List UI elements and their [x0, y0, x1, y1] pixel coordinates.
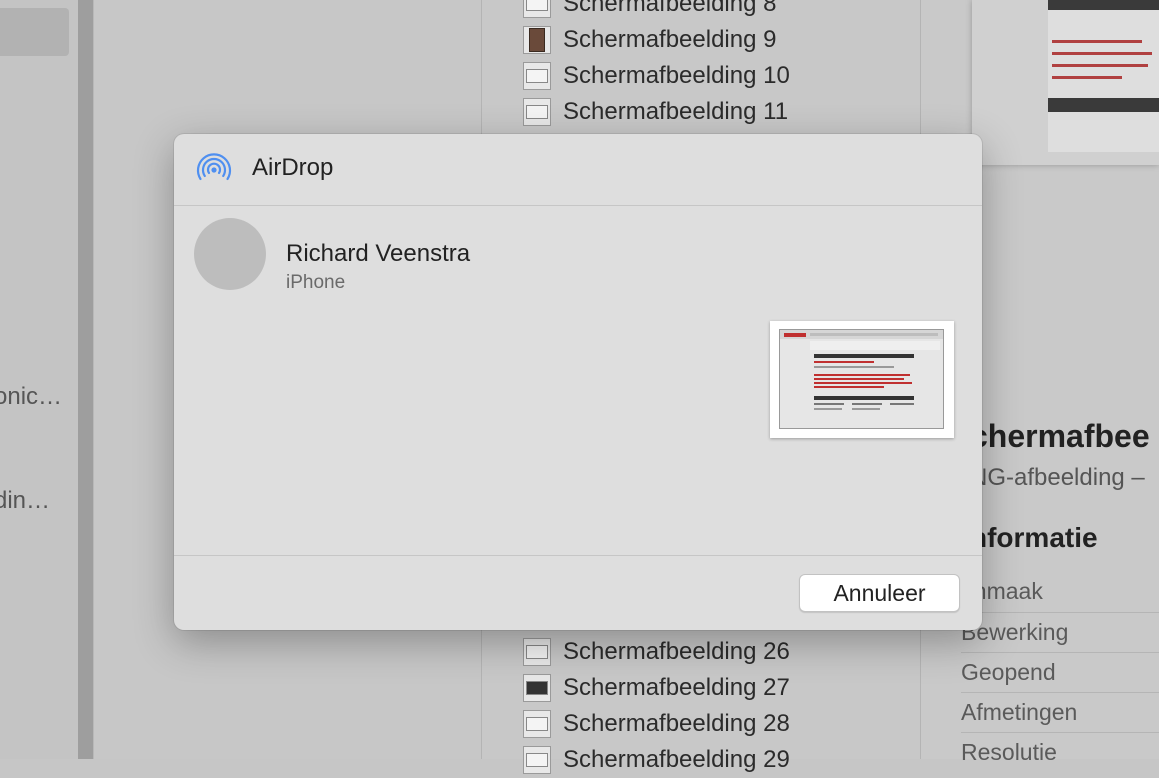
info-row-label: Resolutie: [961, 732, 1159, 773]
airdrop-dialog: AirDrop Richard Veenstra iPhone Annuleer: [174, 134, 982, 630]
preview-file-title: chermafbee: [970, 418, 1150, 454]
file-name: Schermafbeelding 26: [563, 638, 790, 665]
file-preview-image: [972, 0, 1159, 165]
finder-sidebar: onic… din…: [0, 0, 78, 759]
recipient-name[interactable]: Richard Veenstra: [286, 240, 470, 268]
file-name: Schermafbeelding 10: [563, 62, 790, 89]
file-name: Schermafbeelding 28: [563, 710, 790, 737]
preview-file-kind: NG-afbeelding –: [970, 464, 1145, 491]
file-name: Schermafbeelding 11: [563, 98, 789, 125]
file-list-item[interactable]: Schermafbeelding 8: [523, 0, 776, 22]
sidebar-item-label[interactable]: onic…: [0, 383, 62, 411]
file-thumbnail-icon: [523, 0, 551, 18]
file-thumbnail-icon: [523, 98, 551, 126]
recipient-device: iPhone: [286, 272, 346, 293]
info-row-label: Afmetingen: [961, 692, 1159, 733]
file-thumbnail-icon: [523, 26, 551, 54]
cancel-button[interactable]: Annuleer: [799, 574, 960, 612]
file-list-item[interactable]: Schermafbeelding 26: [523, 634, 790, 670]
airdrop-icon: [196, 153, 232, 181]
dialog-footer: Annuleer: [174, 555, 982, 630]
dialog-header: AirDrop: [174, 134, 982, 206]
file-thumbnail-icon: [523, 638, 551, 666]
sidebar-item-label[interactable]: din…: [0, 487, 50, 515]
file-list-item[interactable]: Schermafbeelding 9: [523, 22, 776, 58]
file-list-item[interactable]: Schermafbeelding 28: [523, 706, 790, 742]
file-thumbnail-icon: [523, 62, 551, 90]
info-row-label: Bewerking: [961, 612, 1159, 653]
file-name: Schermafbeelding 8: [563, 0, 777, 17]
file-thumbnail-icon: [523, 710, 551, 738]
sidebar-selected-item[interactable]: [0, 8, 69, 56]
recipient-avatar[interactable]: [194, 218, 266, 290]
file-name: Schermafbeelding 27: [563, 674, 790, 701]
file-name: Schermafbeelding 9: [563, 26, 777, 53]
dialog-title: AirDrop: [252, 154, 334, 181]
file-thumbnail-icon: [523, 746, 551, 774]
file-thumbnail-icon: [523, 674, 551, 702]
file-list-item[interactable]: Schermafbeelding 10: [523, 58, 790, 94]
file-list-item[interactable]: Schermafbeelding 29: [523, 742, 790, 778]
info-row-label: anmaak: [961, 578, 1043, 604]
file-list-item[interactable]: Schermafbeelding 11: [523, 94, 788, 130]
info-row-label: Geopend: [961, 652, 1159, 693]
shared-file-thumbnail: [770, 321, 954, 438]
info-section-heading: nformatie: [970, 522, 1098, 553]
file-list-item[interactable]: Schermafbeelding 27: [523, 670, 790, 706]
file-name: Schermafbeelding 29: [563, 746, 790, 773]
sidebar-divider[interactable]: [78, 0, 93, 759]
